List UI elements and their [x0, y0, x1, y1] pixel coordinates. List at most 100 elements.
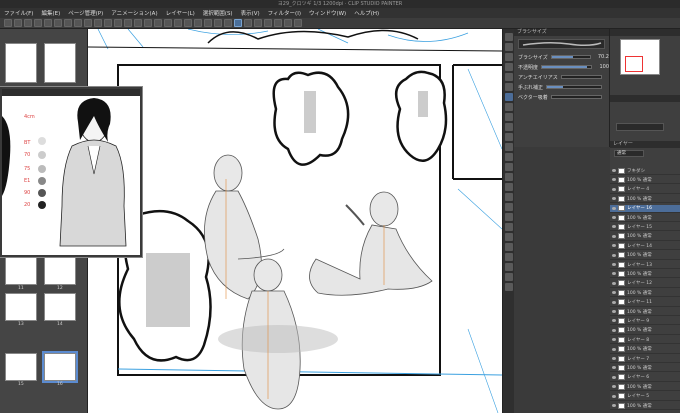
toolbar-button[interactable] — [294, 19, 302, 27]
toolbar-button[interactable] — [94, 19, 102, 27]
layer-row[interactable]: レイヤー 9 — [610, 317, 680, 326]
eye-icon[interactable] — [612, 281, 616, 285]
toolbar-button[interactable] — [264, 19, 272, 27]
toolbar-button[interactable] — [274, 19, 282, 27]
tool-property-row[interactable]: ベクター吸着 — [514, 92, 609, 102]
tool-button[interactable] — [505, 263, 513, 271]
layer-row[interactable]: 100 % 通常 — [610, 327, 680, 335]
page-thumbnail[interactable] — [5, 353, 37, 381]
layer-row[interactable]: 100 % 通常 — [610, 402, 680, 410]
tool-button[interactable] — [505, 53, 513, 61]
toolbar-button[interactable] — [164, 19, 172, 27]
toolbar-button[interactable] — [254, 19, 262, 27]
eye-icon[interactable] — [612, 197, 616, 201]
toolbar-button[interactable] — [64, 19, 72, 27]
toolbar-button[interactable] — [114, 19, 122, 27]
layer-row[interactable]: 100 % 通常 — [610, 214, 680, 222]
page-thumbnail[interactable] — [44, 293, 76, 321]
tool-button[interactable] — [505, 213, 513, 221]
eye-icon[interactable] — [612, 300, 616, 304]
tool-button[interactable] — [505, 93, 513, 101]
page-thumbnail[interactable] — [44, 257, 76, 285]
menu-item-2[interactable]: ページ管理(P) — [68, 9, 103, 17]
layer-row[interactable]: レイヤー 7 — [610, 355, 680, 363]
toolbar-button[interactable] — [54, 19, 62, 27]
property-slider[interactable] — [550, 55, 591, 59]
property-slider[interactable] — [541, 65, 593, 69]
toolbar-button[interactable] — [184, 19, 192, 27]
eye-icon[interactable] — [612, 366, 616, 370]
menu-item-6[interactable]: 表示(V) — [241, 9, 260, 17]
blend-mode-select[interactable]: 通常 — [614, 150, 644, 157]
toolbar-button[interactable] — [4, 19, 12, 27]
layer-row[interactable]: 100 % 通常 — [610, 383, 680, 392]
eye-icon[interactable] — [612, 206, 616, 210]
tool-button[interactable] — [505, 203, 513, 211]
toolbar-button[interactable] — [174, 19, 182, 27]
layer-row[interactable]: 100 % 通常 — [610, 233, 680, 241]
eye-icon[interactable] — [612, 187, 616, 191]
toolbar-button[interactable] — [14, 19, 22, 27]
canvas[interactable] — [88, 29, 502, 413]
page-thumbnail[interactable] — [5, 293, 37, 321]
menu-item-7[interactable]: フィルター(I) — [268, 9, 301, 17]
eye-icon[interactable] — [612, 385, 616, 389]
toolbar-button[interactable] — [224, 19, 232, 27]
eye-icon[interactable] — [612, 234, 616, 238]
eye-icon[interactable] — [612, 310, 616, 313]
tool-button[interactable] — [505, 103, 513, 111]
tool-button[interactable] — [505, 133, 513, 141]
page-thumbnail[interactable] — [42, 351, 78, 383]
tool-button[interactable] — [505, 153, 513, 161]
tool-property-row[interactable]: アンチエイリアス — [514, 72, 609, 82]
tool-button[interactable] — [505, 233, 513, 241]
toolbar-button[interactable] — [144, 19, 152, 27]
toolbar-button[interactable] — [244, 19, 252, 27]
toolbar-button[interactable] — [284, 19, 292, 27]
layer-row[interactable]: 100 % 通常 — [610, 364, 680, 373]
eye-icon[interactable] — [612, 169, 616, 172]
property-slider[interactable] — [560, 75, 602, 79]
tool-button[interactable] — [505, 33, 513, 41]
menu-item-9[interactable]: ヘルプ(H) — [354, 9, 379, 17]
eye-icon[interactable] — [612, 394, 616, 398]
eye-icon[interactable] — [612, 253, 616, 257]
layer-row[interactable]: 100 % 通常 — [610, 252, 680, 260]
reference-image-window[interactable]: 4cm BT 70 75 E1 90 20 — [0, 87, 142, 257]
toolbar-button[interactable] — [44, 19, 52, 27]
eye-icon[interactable] — [612, 178, 616, 182]
toolbar-button[interactable] — [104, 19, 112, 27]
eye-icon[interactable] — [612, 263, 616, 266]
layer-color-select[interactable] — [616, 123, 664, 131]
menu-item-8[interactable]: ウィンドウ(W) — [309, 9, 346, 17]
page-thumbnail[interactable] — [5, 257, 37, 285]
tool-button[interactable] — [505, 73, 513, 81]
eye-icon[interactable] — [612, 319, 616, 323]
layer-row[interactable]: 100 % 通常 — [610, 176, 680, 185]
tool-button[interactable] — [505, 43, 513, 51]
eye-icon[interactable] — [612, 244, 616, 248]
page-thumbnail[interactable] — [5, 43, 37, 83]
toolbar-button[interactable] — [134, 19, 142, 27]
toolbar-button[interactable] — [84, 19, 92, 27]
layer-row[interactable]: レイヤー 5 — [610, 393, 680, 401]
layer-row[interactable]: 100 % 通常 — [610, 289, 680, 298]
layer-row[interactable]: レイヤー 12 — [610, 280, 680, 288]
menu-item-3[interactable]: アニメーション(A) — [111, 9, 157, 17]
layer-row[interactable]: レイヤー 14 — [610, 242, 680, 251]
navigator-preview[interactable] — [620, 39, 660, 75]
toolbar-button[interactable] — [124, 19, 132, 27]
page-thumbnail[interactable] — [44, 43, 76, 83]
tool-button[interactable] — [505, 173, 513, 181]
layer-row[interactable]: 100 % 通常 — [610, 308, 680, 316]
toolbar-button[interactable] — [34, 19, 42, 27]
tool-property-row[interactable]: 手ぶれ補正 — [514, 82, 609, 92]
layer-row[interactable]: 100 % 通常 — [610, 270, 680, 279]
layer-row[interactable]: レイヤー 8 — [610, 336, 680, 345]
menu-item-0[interactable]: ファイル(F) — [4, 9, 33, 17]
eye-icon[interactable] — [612, 225, 616, 229]
reference-window-title[interactable] — [2, 89, 140, 96]
tool-button[interactable] — [505, 163, 513, 171]
eye-icon[interactable] — [612, 338, 616, 342]
toolbar-button[interactable] — [154, 19, 162, 27]
